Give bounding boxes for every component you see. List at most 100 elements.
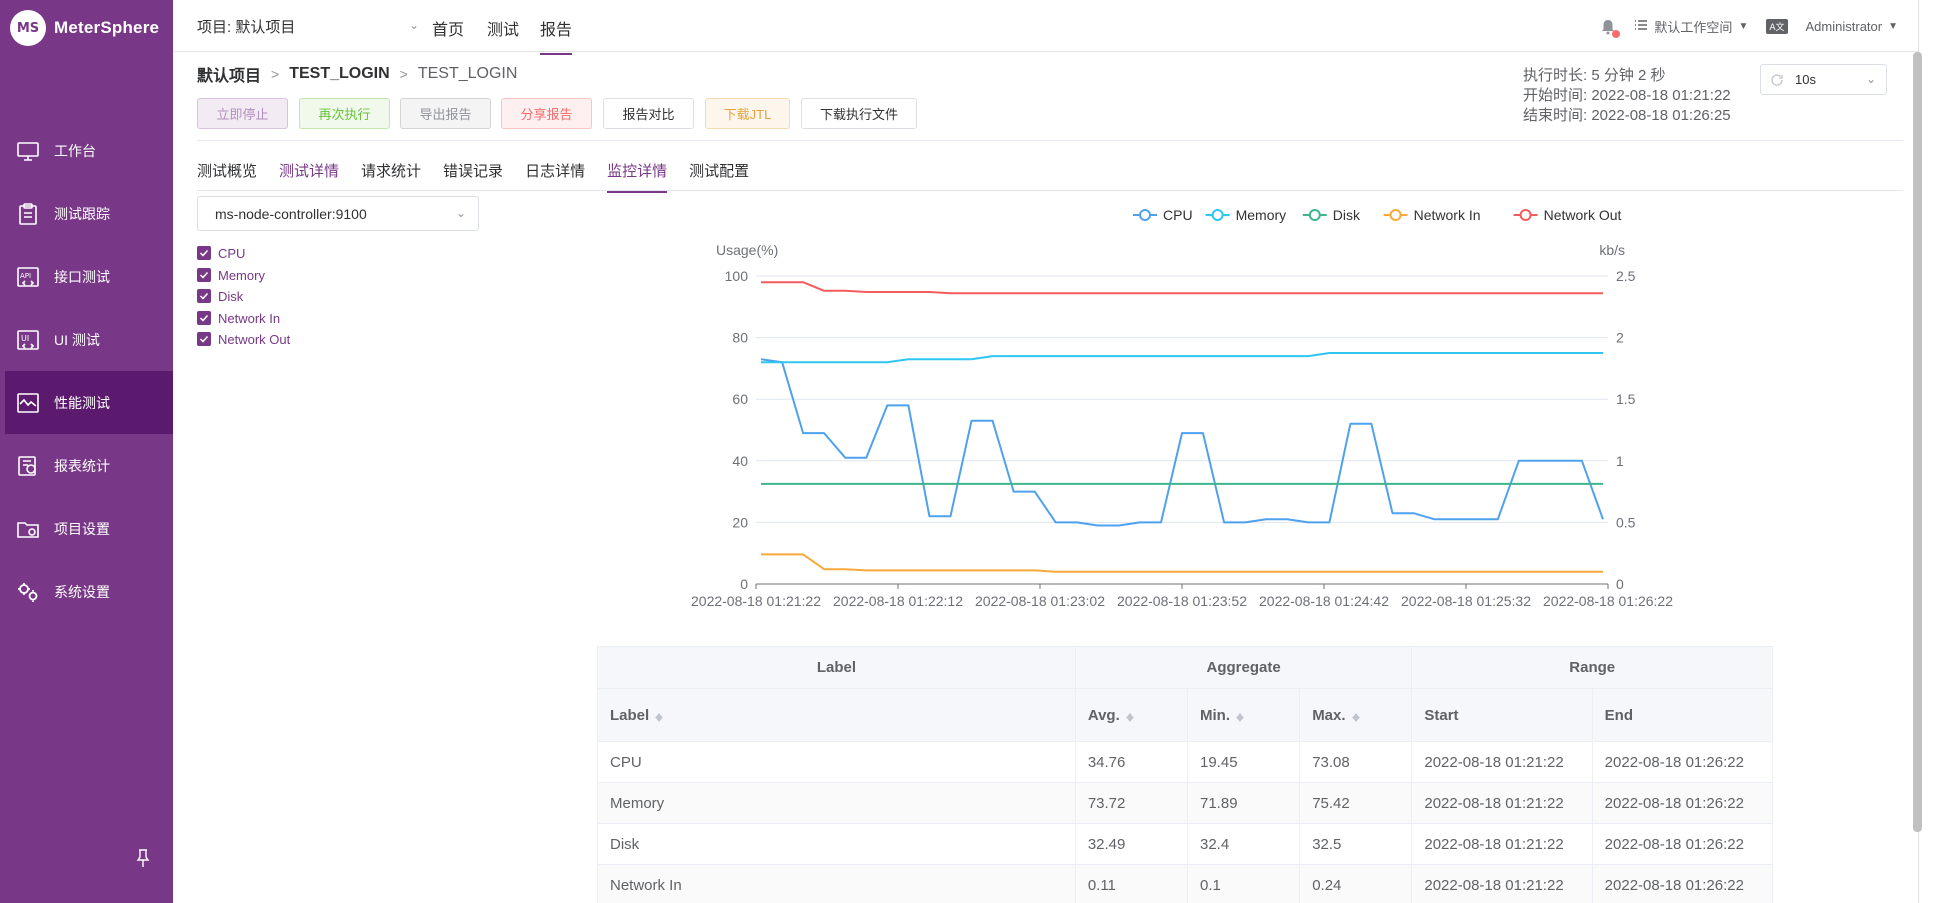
y-axis-tick-label: 100	[725, 268, 749, 284]
sidebar: MS MeterSphere 工作台 测试跟踪 API 接口测试 UI UI 测…	[0, 0, 173, 903]
sidebar-item-ui-test[interactable]: UI UI 测试	[0, 308, 173, 371]
table-column-header: End	[1591, 688, 1774, 742]
metric-checkbox-label: Disk	[218, 288, 244, 304]
caret-down-icon: ▼	[1738, 21, 1749, 32]
metric-checkbox-label: Network In	[218, 310, 281, 326]
sidebar-item-api-test[interactable]: API 接口测试	[0, 245, 173, 308]
stop-button[interactable]: 立即停止	[197, 98, 288, 129]
legend-marker	[1389, 209, 1402, 221]
sidebar-item-label: 性能测试	[54, 394, 110, 411]
legend-marker	[1139, 209, 1151, 221]
table-column-header[interactable]: Min.	[1186, 688, 1301, 742]
nav-test[interactable]: 测试	[487, 16, 519, 40]
sort-icon[interactable]	[1125, 709, 1134, 723]
table-row: CPU 34.76 19.45 73.08 2022-08-18 01:21:22 202…	[597, 741, 1774, 783]
rerun-button[interactable]: 再次执行	[299, 98, 390, 129]
table-group-header: Range	[1411, 646, 1773, 689]
user-name: Administrator	[1805, 19, 1883, 34]
y-axis-label: Usage(%)	[716, 242, 778, 258]
download-jtl-button[interactable]: 下载JTL	[705, 98, 790, 129]
legend-label: Network Out	[1544, 207, 1622, 223]
legend-label: Memory	[1236, 207, 1287, 223]
app-name: MeterSphere	[54, 18, 160, 37]
nav-report[interactable]: 报告	[540, 16, 573, 55]
table-cell: 75.42	[1299, 782, 1413, 824]
tab-overview[interactable]: 测试概览	[197, 160, 257, 193]
compare-report-button[interactable]: 报告对比	[603, 98, 694, 129]
series-line	[760, 358, 1604, 527]
table-cell: 2022-08-18 01:21:22	[1411, 864, 1593, 903]
table-cell: 73.08	[1299, 741, 1413, 783]
x-axis-tick-label: 2022-08-18 01:23:02	[975, 593, 1105, 609]
app-logo[interactable]: MS MeterSphere	[10, 8, 159, 48]
sidebar-item-test-track[interactable]: 测试跟踪	[0, 182, 173, 245]
user-menu[interactable]: Administrator ▼	[1806, 19, 1898, 34]
sort-icon[interactable]	[1236, 709, 1244, 723]
tab-request-stats[interactable]: 请求统计	[361, 160, 421, 193]
legend-label: CPU	[1163, 207, 1193, 223]
gears-icon	[16, 580, 40, 604]
download-files-button[interactable]: 下载执行文件	[801, 98, 917, 129]
pin-icon[interactable]	[133, 848, 153, 868]
sidebar-item-label: 接口测试	[54, 268, 110, 285]
table-cell: CPU	[597, 741, 1076, 783]
nav-home[interactable]: 首页	[432, 16, 464, 40]
metric-checkbox-memory[interactable]: Memory	[197, 267, 265, 283]
sidebar-item-label: 工作台	[54, 142, 96, 159]
metric-checkbox-network-in[interactable]: Network In	[197, 310, 280, 326]
chevron-down-icon: ⌄	[409, 18, 420, 32]
y-axis-tick-label: 0	[740, 576, 748, 592]
table-cell: 2022-08-18 01:21:22	[1411, 782, 1593, 824]
x-axis-tick-label: 2022-08-18 01:24:42	[1259, 593, 1389, 609]
divider	[197, 140, 1903, 141]
refresh-interval-value: 10s	[1795, 72, 1816, 87]
y2-axis-tick-label: 1	[1616, 453, 1624, 469]
checkbox-checked-icon	[197, 311, 211, 325]
breadcrumb-test[interactable]: TEST_LOGIN	[289, 65, 389, 83]
table-cell: 32.49	[1074, 823, 1189, 865]
table-column-header[interactable]: Max.	[1299, 688, 1413, 742]
table-cell: 19.45	[1186, 741, 1301, 783]
node-select[interactable]: ms-node-controller:9100 ⌄	[197, 196, 479, 231]
sidebar-item-system-settings[interactable]: 系统设置	[0, 560, 173, 623]
metric-checkbox-label: Network Out	[218, 331, 291, 347]
sort-icon[interactable]	[1351, 709, 1360, 723]
table-group-header: Aggregate	[1074, 646, 1413, 689]
metric-checkbox-cpu[interactable]: CPU	[197, 245, 245, 261]
breadcrumb-project[interactable]: 默认项目	[197, 62, 261, 86]
export-report-button[interactable]: 导出报告	[400, 98, 491, 129]
sidebar-item-report-stats[interactable]: 报表统计	[0, 434, 173, 497]
x-axis-tick-label: 2022-08-18 01:25:32	[1401, 593, 1531, 609]
table-cell: 2022-08-18 01:26:22	[1591, 823, 1774, 865]
sidebar-item-performance-test[interactable]: 性能测试	[5, 371, 173, 434]
sort-icon[interactable]	[655, 709, 664, 723]
performance-icon	[16, 391, 40, 415]
sidebar-item-workbench[interactable]: 工作台	[0, 119, 173, 182]
api-icon: API	[16, 265, 40, 289]
table-row: Disk 32.49 32.4 32.5 2022-08-18 01:21:22 2022…	[597, 823, 1774, 865]
tab-test-details[interactable]: 测试详情	[279, 160, 339, 193]
table-cell: Network In	[597, 864, 1076, 903]
metric-checkbox-network-out[interactable]: Network Out	[197, 331, 290, 347]
y2-axis-label: kb/s	[1599, 242, 1625, 258]
bell-icon[interactable]	[1600, 19, 1621, 38]
y-axis-tick-label: 60	[732, 391, 748, 407]
x-axis-tick-label: 2022-08-18 01:23:52	[1117, 593, 1247, 609]
workspace-select[interactable]: 默认工作空间 ▼	[1634, 17, 1748, 36]
metric-checkbox-disk[interactable]: Disk	[197, 288, 243, 304]
table-column-header[interactable]: Label	[597, 688, 1076, 742]
node-select-value: ms-node-controller:9100	[215, 205, 367, 222]
sidebar-item-project-settings[interactable]: 项目设置	[0, 497, 173, 560]
tab-error-records[interactable]: 错误记录	[443, 160, 503, 193]
translate-icon[interactable]: A文	[1766, 19, 1788, 34]
project-select[interactable]: 项目: 默认项目 ⌄	[197, 16, 419, 37]
start-value: 2022-08-18 01:21:22	[1591, 87, 1731, 104]
breadcrumb: 默认项目 > TEST_LOGIN > TEST_LOGIN	[197, 62, 517, 86]
table-cell: 2022-08-18 01:26:22	[1591, 864, 1774, 903]
share-report-button[interactable]: 分享报告	[501, 98, 592, 129]
table-column-header[interactable]: Avg.	[1074, 688, 1189, 742]
refresh-interval-select[interactable]: 10s ⌄	[1760, 64, 1887, 95]
vertical-scrollbar[interactable]	[1913, 52, 1922, 832]
table-row: Network In 0.11 0.1 0.24 2022-08-18 01:21:22…	[597, 864, 1774, 903]
sidebar-item-label: 报表统计	[54, 457, 110, 474]
